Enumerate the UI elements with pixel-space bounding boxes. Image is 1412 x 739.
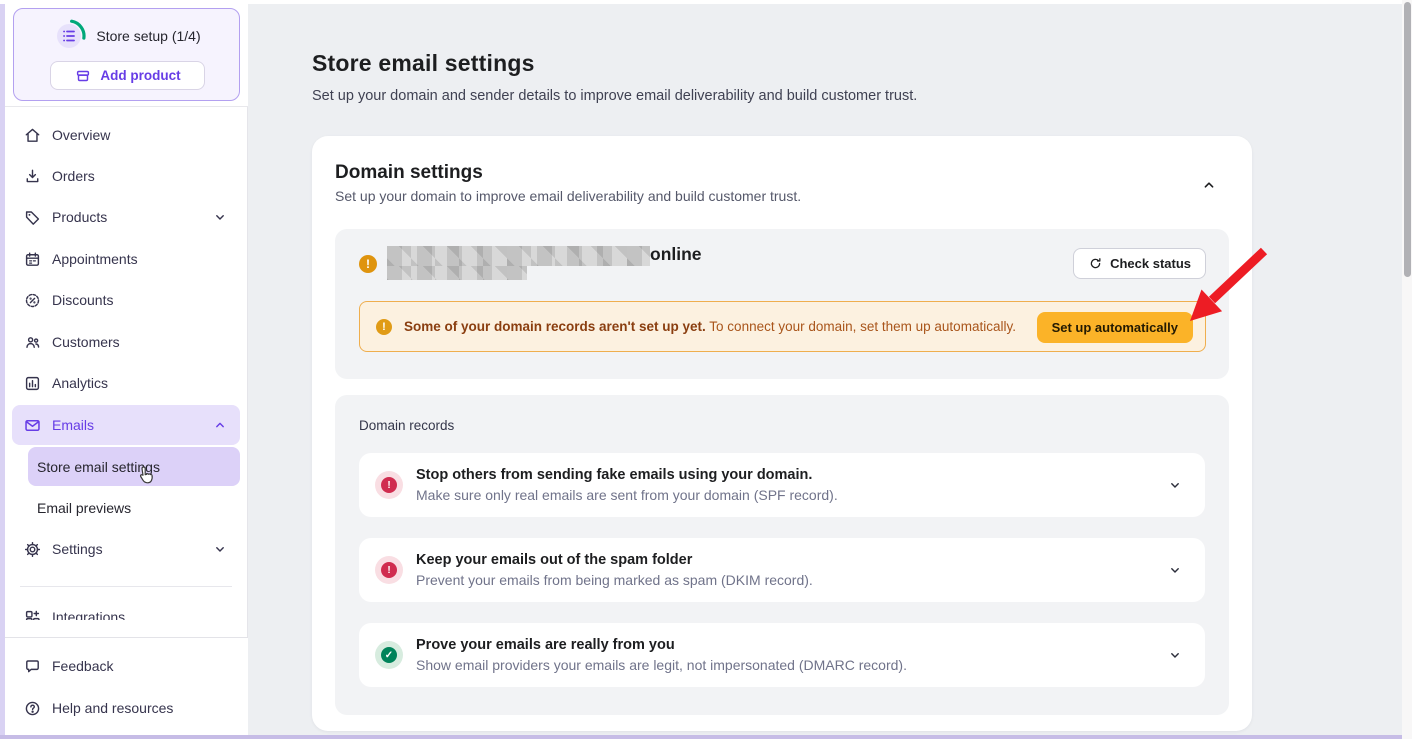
sidebar-item-analytics[interactable]: Analytics <box>12 363 240 403</box>
store-setup-card: Store setup (1/4) Add product <box>13 8 240 101</box>
store-setup-label: Store setup (1/4) <box>96 28 200 44</box>
record-title: Keep your emails out of the spam folder <box>416 552 813 568</box>
store-setup-panel: Store setup (1/4) Add product <box>5 4 248 107</box>
banner-text-bold: Some of your domain records aren't set u… <box>404 319 706 334</box>
main-content: Store email settings Set up your domain … <box>249 4 1402 739</box>
sidebar-item-label: Analytics <box>52 375 108 391</box>
sidebar-item-label: Customers <box>52 334 120 350</box>
record-subtitle: Prevent your emails from being marked as… <box>416 572 813 588</box>
envelope-icon <box>22 415 42 435</box>
record-title: Prove your emails are really from you <box>416 637 907 653</box>
refresh-icon <box>1088 256 1103 271</box>
chevron-down-icon[interactable] <box>1167 647 1183 663</box>
integrations-icon <box>22 607 42 620</box>
domain-warning-banner: ! Some of your domain records aren't set… <box>359 301 1206 352</box>
home-icon <box>22 125 42 145</box>
sidebar-item-overview[interactable]: Overview <box>12 115 240 155</box>
sidebar-item-label: Settings <box>52 541 103 557</box>
page-scrollbar[interactable] <box>1402 0 1412 739</box>
chevron-up-icon <box>212 417 228 433</box>
left-edge <box>0 0 5 739</box>
product-box-icon <box>74 67 92 85</box>
banner-text: Some of your domain records aren't set u… <box>404 319 1016 334</box>
sidebar-item-integrations[interactable]: Integrations <box>12 597 240 620</box>
sidebar-item-settings[interactable]: Settings <box>12 529 240 569</box>
error-status-icon: ! <box>375 556 403 584</box>
bottom-edge <box>0 735 1412 739</box>
sidebar-item-feedback[interactable]: Feedback <box>12 646 240 686</box>
sidebar-item-emails[interactable]: Emails <box>12 405 240 445</box>
record-row-dmarc[interactable]: ✓ Prove your emails are really from you … <box>359 623 1205 687</box>
page-subtitle: Set up your domain and sender details to… <box>312 88 917 104</box>
domain-records-title: Domain records <box>359 418 454 433</box>
redacted-domain-block <box>387 266 527 280</box>
sidebar-footer: Feedback Help and resources <box>5 637 248 739</box>
chevron-down-icon[interactable] <box>1167 477 1183 493</box>
store-setup-progress-icon <box>52 19 86 53</box>
analytics-icon <box>22 373 42 393</box>
check-status-button[interactable]: Check status <box>1073 248 1206 279</box>
card-title: Domain settings <box>335 162 483 184</box>
discount-badge-icon <box>22 290 42 310</box>
record-title: Stop others from sending fake emails usi… <box>416 467 838 483</box>
feedback-bubble-icon <box>22 656 42 676</box>
add-product-button[interactable]: Add product <box>50 61 205 90</box>
sidebar-item-label: Appointments <box>52 251 138 267</box>
domain-status-panel: ! online Check status ! <box>335 229 1229 379</box>
sidebar-item-label: Feedback <box>52 658 113 674</box>
subitem-label: Email previews <box>37 500 131 516</box>
record-subtitle: Make sure only real emails are sent from… <box>416 487 838 503</box>
sidebar-subitem-email-previews[interactable]: Email previews <box>28 488 240 527</box>
check-status-label: Check status <box>1110 256 1191 271</box>
gear-icon <box>22 539 42 559</box>
record-row-spf[interactable]: ! Stop others from sending fake emails u… <box>359 453 1205 517</box>
add-product-label: Add product <box>100 68 180 83</box>
sidebar: Store setup (1/4) Add product <box>5 0 248 739</box>
sidebar-item-label: Overview <box>52 127 110 143</box>
collapse-chevron-up-icon[interactable] <box>1200 176 1218 194</box>
tag-icon <box>22 207 42 227</box>
chevron-down-icon <box>212 541 228 557</box>
redacted-domain-block <box>387 246 650 266</box>
mouse-cursor-icon <box>134 464 156 490</box>
sidebar-item-appointments[interactable]: Appointments <box>12 239 240 279</box>
record-subtitle: Show email providers your emails are leg… <box>416 657 907 673</box>
domain-row: ! online Check status <box>359 246 1206 282</box>
scrollbar-thumb[interactable] <box>1404 2 1411 277</box>
sidebar-item-products[interactable]: Products <box>12 197 240 237</box>
chevron-down-icon <box>212 209 228 225</box>
sidebar-item-label: Products <box>52 209 107 225</box>
app-background: Store setup (1/4) Add product <box>0 0 1412 739</box>
banner-text-normal: To connect your domain, set them up auto… <box>709 319 1016 334</box>
set-up-automatically-button[interactable]: Set up automatically <box>1037 312 1193 343</box>
domain-settings-card: Domain settings Set up your domain to im… <box>312 136 1252 731</box>
error-status-icon: ! <box>375 471 403 499</box>
success-status-icon: ✓ <box>375 641 403 669</box>
sidebar-item-label: Help and resources <box>52 700 173 716</box>
sidebar-item-label: Discounts <box>52 292 113 308</box>
card-subtitle: Set up your domain to improve email deli… <box>335 188 801 204</box>
orders-icon <box>22 166 42 186</box>
sidebar-item-label: Emails <box>52 417 94 433</box>
sidebar-item-label: Orders <box>52 168 95 184</box>
page-title: Store email settings <box>312 50 535 77</box>
domain-name: online <box>385 246 715 282</box>
sidebar-item-customers[interactable]: Customers <box>12 322 240 362</box>
domain-suffix: online <box>650 244 702 265</box>
domain-records-panel: Domain records ! Stop others from sendin… <box>335 395 1229 715</box>
sidebar-item-discounts[interactable]: Discounts <box>12 280 240 320</box>
sidebar-divider <box>20 586 232 587</box>
sidebar-item-orders[interactable]: Orders <box>12 156 240 196</box>
banner-warning-icon: ! <box>376 319 392 335</box>
top-edge <box>0 0 1412 4</box>
help-circle-icon <box>22 698 42 718</box>
domain-warning-icon: ! <box>359 255 377 273</box>
chevron-down-icon[interactable] <box>1167 562 1183 578</box>
record-row-dkim[interactable]: ! Keep your emails out of the spam folde… <box>359 538 1205 602</box>
sidebar-item-label: Integrations <box>52 609 125 620</box>
sidebar-item-help[interactable]: Help and resources <box>12 688 240 728</box>
calendar-icon <box>22 249 42 269</box>
sidebar-nav: Overview Orders Products <box>5 108 248 620</box>
customers-icon <box>22 332 42 352</box>
